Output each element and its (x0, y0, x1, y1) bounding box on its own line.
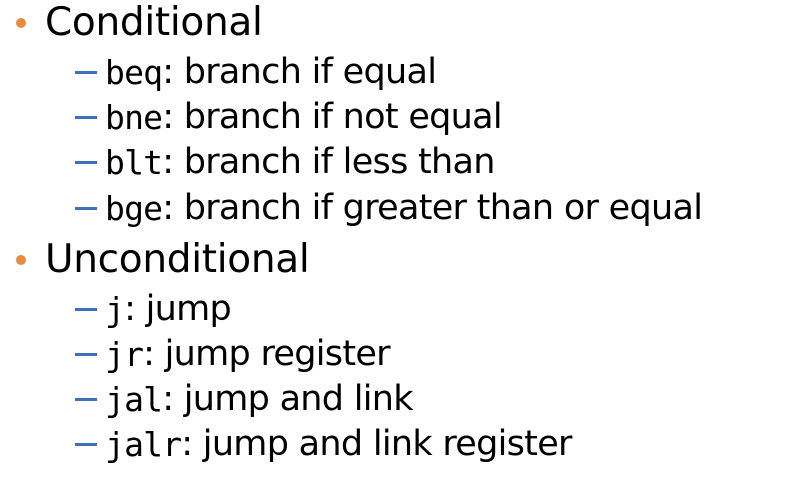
bullet-icon (16, 255, 26, 265)
section-conditional: Conditional (0, 0, 787, 46)
list-item-jal: jal : jump and link (75, 377, 414, 421)
dash-icon (75, 442, 97, 446)
instruction-description: : branch if not equal (162, 97, 502, 137)
bullet-icon (16, 18, 26, 28)
instruction-mnemonic: jalr (105, 424, 182, 464)
list-item-bne: bne : branch if not equal (75, 95, 503, 139)
section-heading: Unconditional (45, 237, 310, 282)
list-item-blt: blt : branch if less than (75, 140, 495, 184)
list-item-jalr: jalr : jump and link register (75, 422, 572, 466)
instruction-description: : branch if greater than or equal (162, 188, 703, 228)
instruction-description: : jump and link (162, 379, 413, 419)
dash-icon (75, 160, 97, 164)
instruction-description: : jump (124, 289, 232, 329)
instruction-mnemonic: bne (105, 97, 163, 137)
dash-icon (75, 352, 97, 356)
dash-icon (75, 206, 97, 210)
dash-icon (75, 307, 97, 311)
dash-icon (75, 397, 97, 401)
dash-icon (75, 70, 97, 74)
list-item-j: j : jump (75, 287, 232, 331)
instruction-description: : jump register (143, 334, 390, 374)
list-item-bge: bge : branch if greater than or equal (75, 186, 703, 230)
instruction-mnemonic: beq (105, 52, 163, 92)
section-unconditional: Unconditional (0, 237, 787, 283)
instruction-mnemonic: j (105, 289, 125, 329)
section-heading: Conditional (45, 0, 263, 45)
instruction-mnemonic: blt (105, 142, 163, 182)
list-item-beq: beq : branch if equal (75, 50, 437, 94)
list-item-jr: jr : jump register (75, 332, 391, 376)
dash-icon (75, 115, 97, 119)
instruction-mnemonic: bge (105, 188, 163, 228)
instruction-description: : branch if equal (162, 52, 437, 92)
instruction-description: : jump and link register (181, 424, 572, 464)
instruction-mnemonic: jr (105, 334, 144, 374)
instruction-mnemonic: jal (105, 379, 163, 419)
instruction-description: : branch if less than (162, 142, 495, 182)
slide-content: Conditional beq : branch if equal bne : … (0, 0, 787, 500)
